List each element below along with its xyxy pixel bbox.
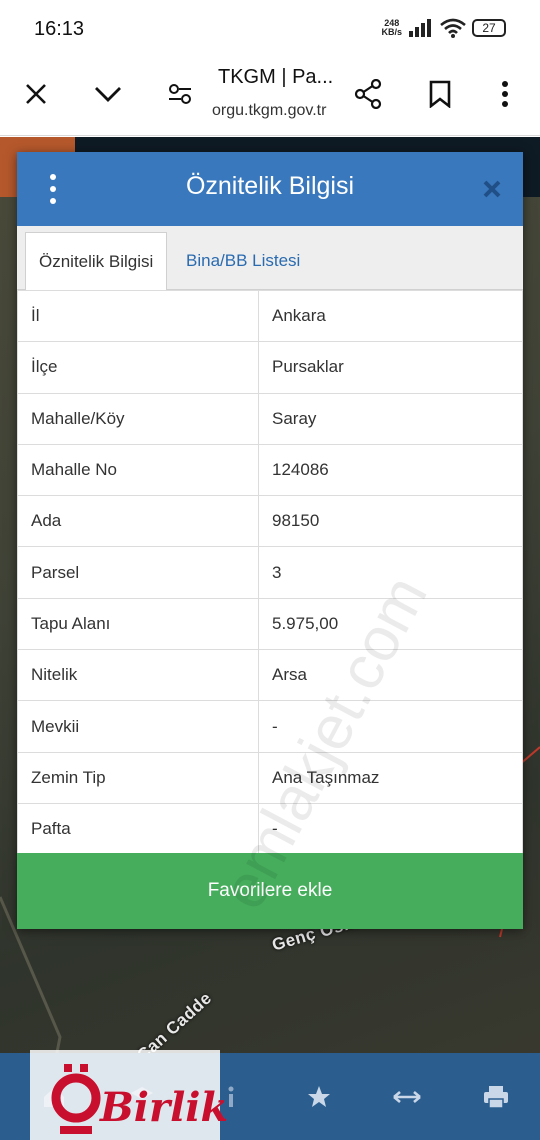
table-row: Ada 98150: [17, 495, 523, 548]
attribute-value: Pursaklar: [258, 341, 523, 394]
site-settings-icon[interactable]: [162, 76, 198, 112]
attribute-table: İl Ankara İlçe Pursaklar Mahalle/Köy Saray …: [17, 289, 523, 856]
attribute-value: -: [258, 802, 523, 856]
table-row: Mahalle/Köy Saray: [17, 392, 523, 445]
attribute-key: Mahalle/Köy: [17, 392, 259, 445]
attribute-key: Tapu Alanı: [17, 597, 259, 651]
logo-text: Birlik: [100, 1084, 229, 1131]
network-speed-unit: KB/s: [381, 27, 402, 37]
attribute-value: 3: [258, 546, 523, 599]
table-row: Parsel 3: [17, 546, 523, 599]
share-icon[interactable]: [350, 76, 386, 112]
attribute-value: 98150: [258, 495, 523, 548]
attribute-value: Saray: [258, 392, 523, 445]
attribute-key: Zemin Tip: [17, 751, 259, 804]
wifi-icon: [440, 18, 466, 38]
logo-mark-icon: [51, 1064, 101, 1134]
table-row: Zemin Tip Ana Taşınmaz: [17, 751, 523, 804]
dialog-tabs: Öznitelik Bilgisi Bina/BB Listesi: [17, 226, 523, 291]
table-row: Pafta -: [17, 802, 523, 856]
table-row: Tapu Alanı 5.975,00: [17, 597, 523, 651]
status-bar: 16:13 248 KB/s 27: [0, 0, 540, 56]
signal-icon: [408, 19, 434, 37]
attribute-value: 5.975,00: [258, 597, 523, 651]
attribute-key: İl: [17, 289, 259, 343]
attribute-value: Ankara: [258, 289, 523, 343]
attribute-key: Ada: [17, 495, 259, 548]
status-indicators: 248 KB/s 27: [381, 18, 506, 38]
page-title[interactable]: TKGM | Pa...: [218, 66, 333, 89]
attribute-key: Nitelik: [17, 649, 259, 702]
network-speed: 248 KB/s: [381, 19, 402, 37]
birlik-logo: Birlik: [30, 1050, 228, 1140]
attribute-key: Mevkii: [17, 700, 259, 753]
table-row: İl Ankara: [17, 289, 523, 343]
table-row: Nitelik Arsa: [17, 649, 523, 702]
attribute-value: 124086: [258, 443, 523, 497]
chevron-down-icon[interactable]: [90, 76, 126, 112]
dialog-header: Öznitelik Bilgisi: [17, 152, 523, 226]
dialog-title: Öznitelik Bilgisi: [185, 172, 355, 200]
measure-icon[interactable]: [385, 1075, 429, 1119]
attribute-key: Mahalle No: [17, 443, 259, 497]
more-vert-icon[interactable]: [487, 76, 523, 112]
attribute-key: Parsel: [17, 546, 259, 599]
attribute-value: Ana Taşınmaz: [258, 751, 523, 804]
table-row: Mevkii -: [17, 700, 523, 753]
attribute-value: -: [258, 700, 523, 753]
add-to-favorites-button[interactable]: Favorilere ekle: [17, 853, 523, 929]
attribute-info-dialog: Öznitelik Bilgisi Öznitelik Bilgisi Bina…: [17, 152, 523, 929]
page-url[interactable]: orgu.tkgm.gov.tr: [212, 102, 326, 120]
bookmark-icon[interactable]: [422, 76, 458, 112]
close-icon[interactable]: [479, 176, 505, 202]
tab-attribute-info[interactable]: Öznitelik Bilgisi: [25, 232, 168, 291]
attribute-key: İlçe: [17, 341, 259, 394]
star-icon[interactable]: [297, 1075, 341, 1119]
table-row: Mahalle No 124086: [17, 443, 523, 497]
close-icon[interactable]: [18, 76, 54, 112]
attribute-key: Pafta: [17, 802, 259, 856]
battery-indicator: 27: [472, 19, 506, 37]
table-row: İlçe Pursaklar: [17, 341, 523, 394]
tab-building-list[interactable]: Bina/BB Listesi: [173, 232, 313, 290]
print-icon[interactable]: [474, 1075, 518, 1119]
attribute-value: Arsa: [258, 649, 523, 702]
browser-toolbar: TKGM | Pa... orgu.tkgm.gov.tr: [0, 56, 540, 136]
status-time: 16:13: [34, 18, 85, 40]
